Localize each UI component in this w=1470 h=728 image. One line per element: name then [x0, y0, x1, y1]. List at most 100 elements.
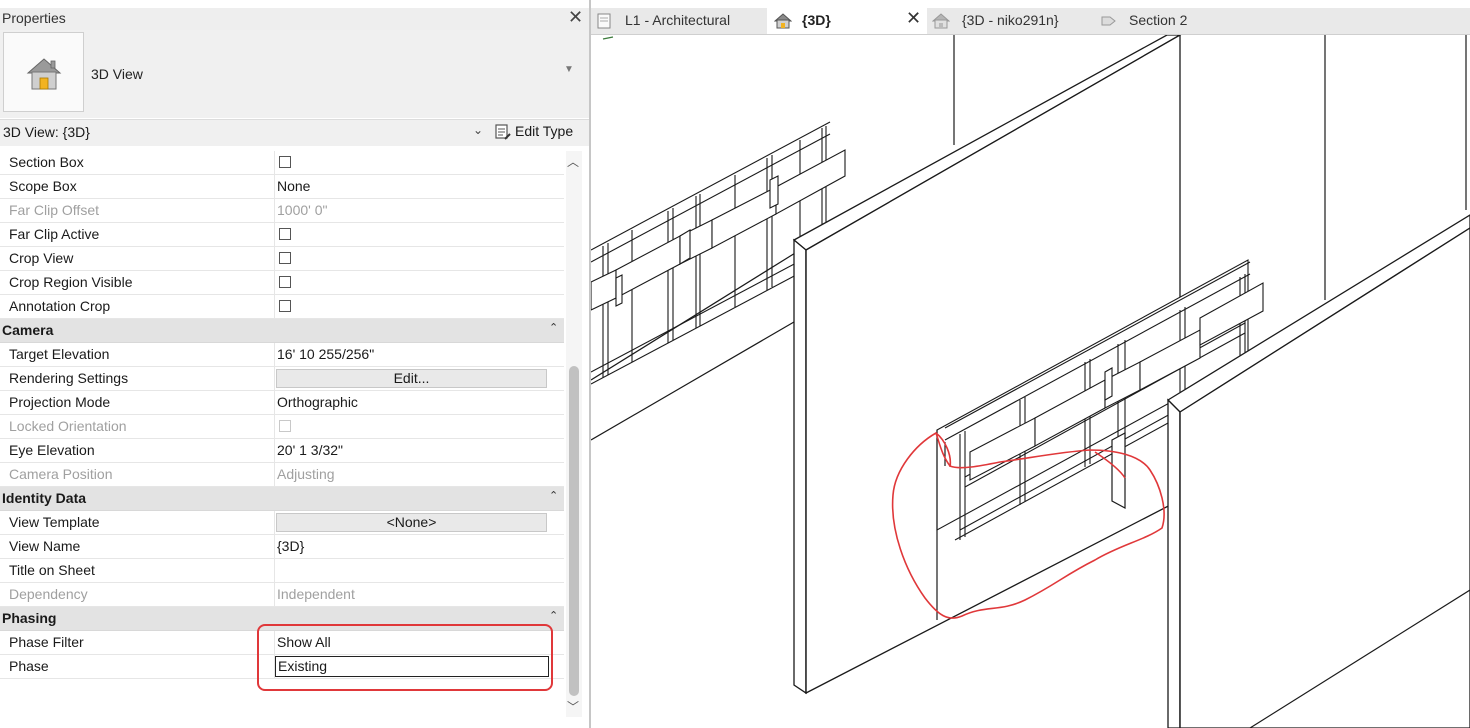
- tab-label: L1 - Architectural: [625, 12, 731, 28]
- edit-type-label: Edit Type: [515, 123, 574, 139]
- property-name: View Template: [9, 514, 100, 530]
- rendering-settings-button[interactable]: Edit...: [276, 369, 547, 388]
- property-row-eye-elevation: Eye Elevation 20' 1 3/32": [0, 439, 564, 463]
- property-value-cell[interactable]: Show All: [274, 631, 549, 654]
- checkbox[interactable]: [279, 252, 291, 264]
- property-value: 16' 10 255/256": [277, 346, 375, 362]
- property-row-annotation-crop: Annotation Crop: [0, 295, 564, 319]
- tab-label: {3D}: [802, 12, 831, 28]
- chevron-down-icon[interactable]: ﹀: [567, 698, 579, 715]
- phase-field[interactable]: Existing: [275, 656, 549, 677]
- property-row-crop-region-visible: Crop Region Visible: [0, 271, 564, 295]
- view-tab-bar: L1 - Architectural {3D} ✕ {3D - niko291n…: [591, 8, 1470, 35]
- house-3d-icon: [774, 13, 792, 29]
- chevron-up-icon[interactable]: ︿: [567, 153, 579, 170]
- property-row-target-elevation: Target Elevation 16' 10 255/256": [0, 343, 564, 367]
- property-name: Locked Orientation: [9, 418, 127, 434]
- property-name: Eye Elevation: [9, 442, 95, 458]
- property-row-crop-view: Crop View: [0, 247, 564, 271]
- property-value-cell[interactable]: [274, 271, 549, 294]
- close-icon[interactable]: ✕: [906, 8, 921, 29]
- property-value-cell[interactable]: None: [274, 175, 549, 198]
- property-name: Rendering Settings: [9, 370, 129, 386]
- type-selector[interactable]: 3D View ▼: [0, 30, 589, 118]
- property-row-far-clip-offset: Far Clip Offset 1000' 0": [0, 199, 564, 223]
- property-value-cell: Adjusting: [274, 463, 549, 486]
- property-value: 20' 1 3/32": [277, 442, 344, 458]
- group-header-phasing[interactable]: Phasing ⌃: [0, 607, 564, 631]
- collapse-icon[interactable]: ⌃: [549, 489, 558, 502]
- property-row-far-clip-active: Far Clip Active: [0, 223, 564, 247]
- property-row-scope-box: Scope Box None: [0, 175, 564, 199]
- property-name: Projection Mode: [9, 394, 111, 410]
- house-3d-icon: [932, 13, 950, 29]
- property-row-dependency: Dependency Independent: [0, 583, 564, 607]
- property-name: View Name: [9, 538, 81, 554]
- property-name: Crop Region Visible: [9, 274, 133, 290]
- property-value-cell[interactable]: [274, 223, 549, 246]
- property-row-phase: Phase Existing: [0, 655, 564, 679]
- collapse-icon[interactable]: ⌃: [549, 609, 558, 622]
- property-value-cell[interactable]: <None>: [274, 511, 549, 534]
- property-row-view-template: View Template <None>: [0, 511, 564, 535]
- group-title: Camera: [2, 322, 54, 338]
- property-value-cell[interactable]: [274, 247, 549, 270]
- property-value-cell[interactable]: [274, 559, 549, 582]
- property-value-cell[interactable]: 20' 1 3/32": [274, 439, 549, 462]
- building-3d-model: [591, 35, 1470, 728]
- edit-type-icon: [495, 124, 511, 140]
- checkbox[interactable]: [279, 156, 291, 168]
- property-value-cell[interactable]: Edit...: [274, 367, 549, 390]
- property-name: Target Elevation: [9, 346, 110, 362]
- group-header-camera[interactable]: Camera ⌃: [0, 319, 564, 343]
- property-name: Far Clip Offset: [9, 202, 99, 218]
- scroll-thumb[interactable]: [569, 366, 579, 696]
- checkbox[interactable]: [279, 276, 291, 288]
- property-value-cell[interactable]: 16' 10 255/256": [274, 343, 549, 366]
- property-value-cell[interactable]: Existing: [274, 655, 549, 678]
- chevron-down-icon[interactable]: ⌄: [473, 123, 483, 137]
- instance-filter-label[interactable]: 3D View: {3D}: [3, 124, 90, 140]
- tab-3d-niko291n[interactable]: {3D - niko291n}: [929, 8, 1094, 34]
- property-value: None: [277, 178, 311, 194]
- properties-scrollbar[interactable]: ︿ ﹀: [566, 151, 582, 717]
- property-row-projection-mode: Projection Mode Orthographic: [0, 391, 564, 415]
- property-value-cell[interactable]: [274, 151, 549, 174]
- property-name: Far Clip Active: [9, 226, 100, 242]
- property-value-cell: 1000' 0": [274, 199, 549, 222]
- close-icon[interactable]: ✕: [568, 7, 583, 28]
- type-name: 3D View: [91, 66, 143, 82]
- property-row-section-box: Section Box: [0, 151, 564, 175]
- property-name: Phase Filter: [9, 634, 84, 650]
- property-row-view-name: View Name {3D}: [0, 535, 564, 559]
- property-name: Title on Sheet: [9, 562, 95, 578]
- tab-l1-architectural[interactable]: L1 - Architectural: [591, 8, 766, 34]
- property-value: Adjusting: [277, 466, 335, 482]
- checkbox[interactable]: [279, 228, 291, 240]
- checkbox[interactable]: [279, 300, 291, 312]
- floor-plan-icon: [597, 13, 611, 29]
- property-value: Show All: [277, 634, 331, 650]
- property-value: 1000' 0": [277, 202, 328, 218]
- tab-3d[interactable]: {3D} ✕: [767, 8, 927, 34]
- property-value: Orthographic: [277, 394, 358, 410]
- tab-section-2[interactable]: Section 2: [1096, 8, 1226, 34]
- view-template-button[interactable]: <None>: [276, 513, 547, 532]
- group-header-identity-data[interactable]: Identity Data ⌃: [0, 487, 564, 511]
- instance-filter-bar: 3D View: {3D} ⌄ Edit Type: [0, 119, 589, 146]
- chevron-down-icon[interactable]: ▼: [564, 64, 574, 75]
- collapse-icon[interactable]: ⌃: [549, 321, 558, 334]
- group-title: Identity Data: [2, 490, 87, 506]
- property-name: Phase: [9, 658, 49, 674]
- property-row-rendering-settings: Rendering Settings Edit...: [0, 367, 564, 391]
- tab-label: {3D - niko291n}: [962, 12, 1059, 28]
- property-row-locked-orientation: Locked Orientation: [0, 415, 564, 439]
- 3d-view-canvas[interactable]: [591, 35, 1470, 728]
- property-value-cell[interactable]: Orthographic: [274, 391, 549, 414]
- house-3d-icon: [26, 58, 62, 90]
- property-row-title-on-sheet: Title on Sheet: [0, 559, 564, 583]
- property-value-cell[interactable]: [274, 295, 549, 318]
- section-icon: [1101, 16, 1116, 26]
- property-value-cell[interactable]: {3D}: [274, 535, 549, 558]
- property-name: Crop View: [9, 250, 74, 266]
